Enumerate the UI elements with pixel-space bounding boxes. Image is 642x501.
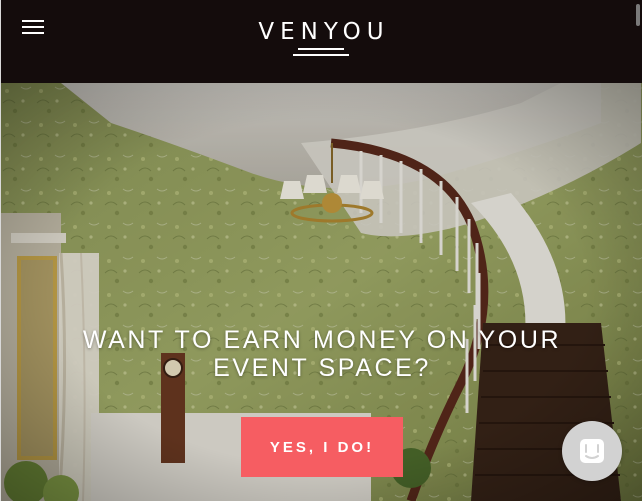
chat-icon — [580, 439, 604, 463]
hero-headline: WANT TO EARN MONEY ON YOUR EVENT SPACE? — [82, 326, 562, 382]
chat-widget-button[interactable] — [562, 421, 622, 481]
scrollbar-thumb[interactable] — [636, 4, 640, 26]
logo-underline-bottom — [293, 54, 349, 56]
page: VENYOU WANT TO EARN MONEY ON YOUR EVENT … — [0, 0, 642, 501]
hamburger-menu-icon[interactable] — [22, 19, 44, 36]
yes-i-do-button[interactable]: YES, I DO! — [241, 417, 403, 477]
top-navigation-bar: VENYOU — [1, 0, 642, 83]
hero-section: WANT TO EARN MONEY ON YOUR EVENT SPACE? … — [1, 83, 642, 501]
logo-underline-top — [298, 48, 344, 50]
logo-text: VENYOU — [258, 19, 390, 45]
venyou-logo[interactable]: VENYOU — [241, 18, 401, 60]
